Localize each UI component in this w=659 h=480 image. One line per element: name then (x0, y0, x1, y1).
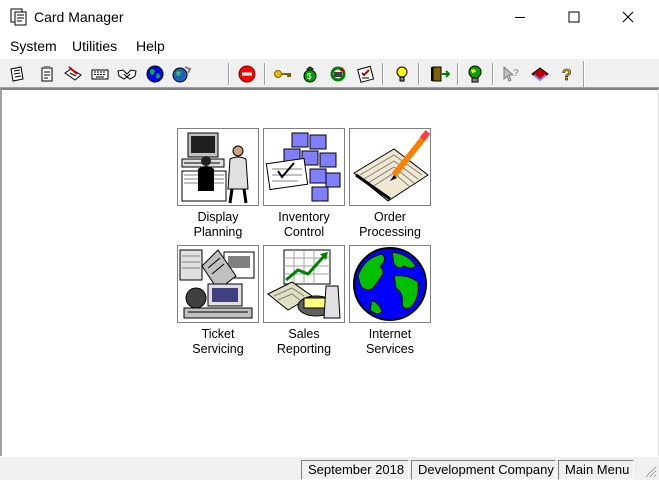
network-globe-button[interactable] (172, 64, 192, 84)
order-processing-label: Order Processing (359, 210, 421, 239)
exit-door-button[interactable] (430, 64, 450, 84)
book-icon (531, 67, 549, 82)
toolbar-separator (228, 63, 230, 85)
display-planning-label: Display Planning (193, 210, 243, 239)
maximize-button[interactable] (551, 0, 597, 34)
sales-reporting-label: Sales Reporting (276, 327, 332, 356)
handshake-button[interactable] (117, 64, 137, 84)
toolbar-separator (418, 63, 420, 85)
globe-person-button[interactable] (465, 64, 485, 84)
lightbulb-button[interactable] (392, 64, 412, 84)
stop-icon (238, 65, 256, 83)
status-company: Development Company (411, 460, 556, 480)
recycle-icon (330, 66, 346, 82)
close-icon (622, 11, 634, 23)
recycle-button[interactable] (328, 64, 348, 84)
network-globe-icon (172, 66, 192, 83)
toolbar: $ ? ? (0, 58, 659, 88)
maximize-icon (568, 11, 580, 23)
menu-bar: System Utilities Help (0, 34, 659, 58)
close-button[interactable] (605, 0, 651, 34)
module-order-processing: Order Processing (349, 128, 431, 240)
money-bag-icon: $ (303, 66, 317, 83)
help-pointer-icon: ? (503, 65, 519, 82)
toolbar-separator (457, 63, 459, 85)
order-processing-icon (353, 130, 430, 202)
keyboard-icon (91, 69, 109, 80)
globe-icon (146, 65, 164, 83)
checklist-button[interactable] (356, 64, 376, 84)
minimize-button[interactable] (497, 0, 543, 34)
order-processing-tile[interactable] (349, 128, 431, 206)
internet-services-label: Internet Services (366, 327, 414, 356)
stop-button[interactable] (237, 64, 257, 84)
question-mark-button[interactable]: ? (557, 64, 577, 84)
svg-text:?: ? (562, 67, 572, 83)
clipboard-button[interactable] (37, 64, 57, 84)
main-panel: Display Planning Inventory Control Order… (0, 88, 659, 456)
toolbar-separator (492, 63, 494, 85)
title-bar: Card Manager (0, 0, 659, 34)
internet-services-icon (353, 247, 427, 321)
clipboard-icon (41, 66, 53, 82)
sales-reporting-icon (267, 249, 341, 319)
module-internet-services: Internet Services (349, 245, 431, 357)
keyboard-button[interactable] (90, 64, 110, 84)
globe-person-icon (468, 65, 482, 83)
display-planning-icon (181, 132, 249, 204)
ticket-servicing-icon (179, 249, 255, 319)
menu-system[interactable]: System (10, 38, 57, 54)
status-bar: September 2018 Development Company Main … (0, 456, 659, 480)
checklist-icon (357, 65, 375, 83)
help-pointer-button[interactable]: ? (501, 64, 521, 84)
money-bag-button[interactable]: $ (300, 64, 320, 84)
svg-text:$: $ (307, 72, 312, 81)
module-inventory-control: Inventory Control (263, 128, 345, 240)
status-screen: Main Menu (558, 460, 634, 480)
status-date: September 2018 (301, 460, 409, 480)
module-ticket-servicing: Ticket Servicing (177, 245, 259, 357)
module-sales-reporting: Sales Reporting (263, 245, 345, 357)
globe-button[interactable] (145, 64, 165, 84)
inventory-control-tile[interactable] (263, 128, 345, 206)
minimize-icon (515, 17, 525, 18)
inventory-control-icon (265, 132, 341, 202)
window-title: Card Manager (34, 9, 124, 25)
book-button[interactable] (530, 64, 550, 84)
toolbar-end (583, 61, 585, 87)
notebook-button[interactable] (7, 64, 27, 84)
menu-utilities[interactable]: Utilities (72, 38, 117, 54)
pencil-card-button[interactable] (63, 64, 83, 84)
ticket-servicing-label: Ticket Servicing (192, 327, 244, 356)
toolbar-separator (264, 63, 266, 85)
svg-text:?: ? (513, 68, 519, 79)
display-planning-tile[interactable] (177, 128, 259, 206)
key-icon (274, 70, 291, 78)
exit-door-icon (431, 66, 450, 82)
card-manager-app-icon (10, 8, 27, 26)
key-button[interactable] (273, 64, 293, 84)
sales-reporting-tile[interactable] (263, 245, 345, 323)
menu-help[interactable]: Help (136, 38, 165, 54)
internet-services-tile[interactable] (349, 245, 431, 323)
question-mark-icon: ? (562, 67, 572, 83)
notebook-icon (10, 66, 24, 82)
resize-grip-icon[interactable] (643, 464, 657, 478)
ticket-servicing-tile[interactable] (177, 245, 259, 323)
pencil-card-icon (64, 66, 82, 81)
inventory-control-label: Inventory Control (278, 210, 330, 239)
module-display-planning: Display Planning (177, 128, 259, 240)
handshake-icon (117, 69, 137, 80)
toolbar-separator (382, 63, 384, 85)
lightbulb-icon (396, 66, 408, 82)
